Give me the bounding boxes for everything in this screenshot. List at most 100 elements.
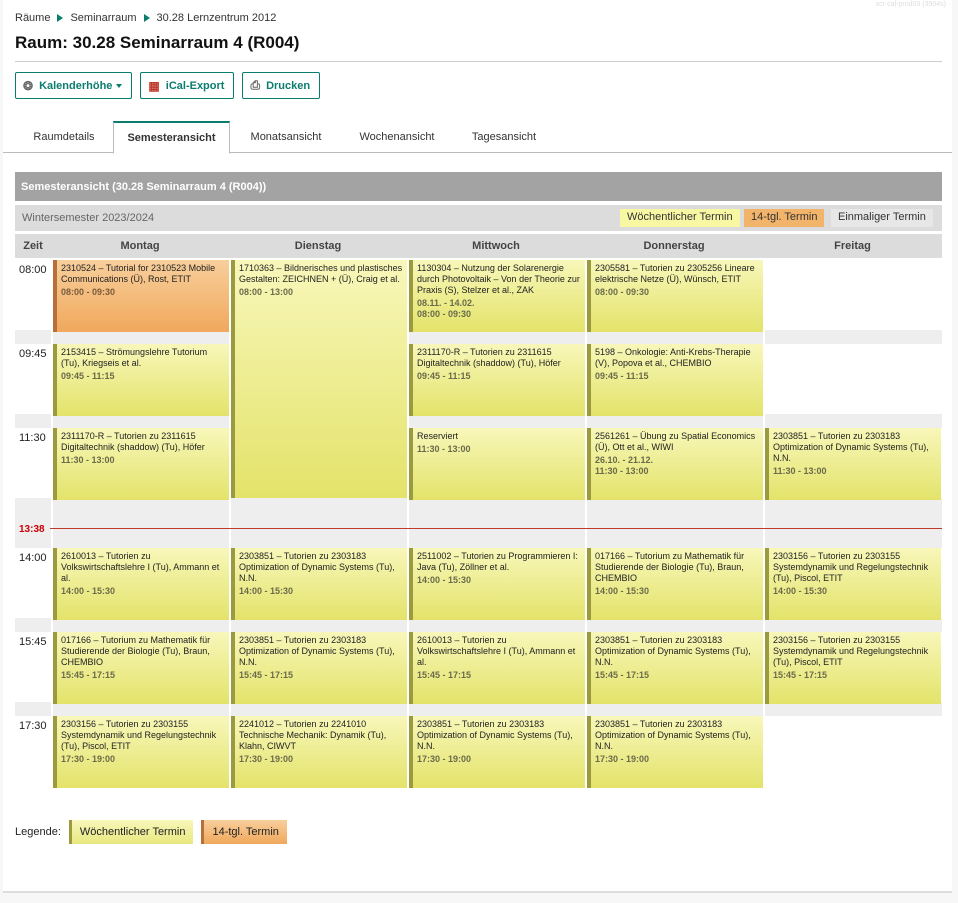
- divider: [15, 61, 942, 62]
- row-separator: [15, 498, 942, 548]
- event-title: 2311170-R – Tutorien zu 2311615 Digitalt…: [417, 347, 561, 368]
- calendar-event[interactable]: 2311170-R – Tutorien zu 2311615 Digitalt…: [409, 344, 585, 416]
- row-separator: [15, 414, 942, 428]
- calendar-event[interactable]: 2311170-R – Tutorien zu 2311615 Digitalt…: [53, 428, 229, 500]
- event-time: 14:00 - 15:30: [595, 586, 650, 596]
- column-header-time: Zeit: [15, 234, 51, 258]
- calendar-event[interactable]: 2303156 – Tutorien zu 2303155 Systemdyna…: [765, 548, 941, 620]
- semester-calendar-grid: Zeit Montag Dienstag Mittwoch Donnerstag…: [15, 234, 942, 789]
- event-time: 17:30 - 19:00: [61, 754, 116, 764]
- print-button[interactable]: ⎙ Drucken: [242, 72, 321, 99]
- calendar-event[interactable]: 1130304 – Nutzung der Solarenergie durch…: [409, 260, 585, 332]
- tab-wochenansicht[interactable]: Wochenansicht: [343, 121, 451, 153]
- calendar-event[interactable]: 2241012 – Tutorien zu 2241010 Technische…: [231, 716, 407, 788]
- calendar-event[interactable]: 2303851 – Tutorien zu 2303183 Optimizati…: [409, 716, 585, 788]
- event-time: 08:00 - 09:30: [61, 287, 116, 297]
- event-time: 09:45 - 11:15: [417, 371, 471, 381]
- breadcrumb-item[interactable]: 30.28 Lernzentrum 2012: [157, 12, 277, 24]
- event-title: 2311170-R – Tutorien zu 2311615 Digitalt…: [61, 431, 205, 452]
- calendar-event[interactable]: 017166 – Tutorium zu Mathematik für Stud…: [587, 548, 763, 620]
- event-title: 2153415 – Strömungslehre Tutorium (Tu), …: [61, 347, 208, 368]
- column-header-day: Donnerstag: [585, 234, 763, 258]
- column-divider: [763, 258, 765, 789]
- calendar-icon: ▦: [148, 78, 160, 93]
- calendar-event[interactable]: 2303851 – Tutorien zu 2303183 Optimizati…: [231, 548, 407, 620]
- event-title: 5198 – Onkologie: Anti-Krebs-Therapie (V…: [595, 347, 751, 368]
- calendar-event[interactable]: 2511002 – Tutorien zu Programmieren I: J…: [409, 548, 585, 620]
- row-separator: [15, 702, 942, 716]
- calendar-event[interactable]: 2153415 – Strömungslehre Tutorium (Tu), …: [53, 344, 229, 416]
- breadcrumb-item[interactable]: Seminarraum: [70, 12, 136, 24]
- event-title: 2561261 – Übung zu Spatial Economics (Ü)…: [595, 431, 756, 452]
- event-title: 2303851 – Tutorien zu 2303183 Optimizati…: [417, 719, 573, 751]
- page-title: Raum: 30.28 Seminarraum 4 (R004): [15, 33, 300, 52]
- semester-label: Wintersemester 2023/2024: [22, 212, 155, 224]
- column-header-day: Dienstag: [229, 234, 407, 258]
- event-time: 09:45 - 11:15: [595, 371, 649, 381]
- calendar-event[interactable]: 2303851 – Tutorien zu 2303183 Optimizati…: [231, 632, 407, 704]
- column-header-day: Freitag: [763, 234, 942, 258]
- event-time: 15:45 - 17:15: [595, 670, 650, 680]
- calendar-event[interactable]: 2610013 – Tutorien zu Volkswirtschaftsle…: [409, 632, 585, 704]
- calendar-header: Semesteransicht (30.28 Seminarraum 4 (R0…: [15, 172, 942, 201]
- event-time: 08:00 - 13:00: [239, 287, 294, 297]
- event-time: 09:45 - 11:15: [61, 371, 115, 381]
- time-label: 14:00: [19, 552, 47, 564]
- time-label: 09:45: [19, 348, 47, 360]
- legend: Legende: Wöchentlicher Termin 14-tgl. Te…: [15, 820, 295, 844]
- calendar-height-button[interactable]: ❂ Kalenderhöhe: [15, 72, 133, 99]
- calendar-event[interactable]: 2303851 – Tutorien zu 2303183 Optimizati…: [587, 632, 763, 704]
- event-time: 08:00 - 09:30: [417, 309, 472, 319]
- event-title: 2303156 – Tutorien zu 2303155 Systemdyna…: [61, 719, 217, 751]
- tab-semesteransicht[interactable]: Semesteransicht: [113, 121, 230, 154]
- event-time: 14:00 - 15:30: [417, 575, 472, 585]
- calendar-event[interactable]: 017166 – Tutorium zu Mathematik für Stud…: [53, 632, 229, 704]
- calendar-event[interactable]: 1710363 – Bildnerisches und plastisches …: [231, 260, 407, 498]
- printer-icon: ⎙: [250, 78, 261, 92]
- calendar-event[interactable]: 2305581 – Tutorien zu 2305256 Lineare el…: [587, 260, 763, 332]
- calendar-event[interactable]: 5198 – Onkologie: Anti-Krebs-Therapie (V…: [587, 344, 763, 416]
- event-time: 11:30 - 13:00: [417, 444, 471, 454]
- breadcrumb-item[interactable]: Räume: [15, 12, 50, 24]
- current-time-label: 13:38: [19, 524, 45, 535]
- legend-once-badge: Einmaliger Termin: [831, 209, 933, 227]
- event-title: 2303851 – Tutorien zu 2303183 Optimizati…: [595, 635, 751, 667]
- event-title: 2310524 – Tutorial for 2310523 Mobile Co…: [61, 263, 216, 284]
- current-time-line: [50, 528, 942, 529]
- print-label: Drucken: [266, 79, 311, 92]
- event-title: 017166 – Tutorium zu Mathematik für Stud…: [595, 551, 745, 583]
- calendar-event[interactable]: 2303156 – Tutorien zu 2303155 Systemdyna…: [765, 632, 941, 704]
- column-header-day: Mittwoch: [407, 234, 585, 258]
- tab-monatsansicht[interactable]: Monatsansicht: [233, 121, 339, 153]
- calendar-event[interactable]: 2303851 – Tutorien zu 2303183 Optimizati…: [765, 428, 941, 500]
- calendar-event[interactable]: 2310524 – Tutorial for 2310523 Mobile Co…: [53, 260, 229, 332]
- event-title: 2303156 – Tutorien zu 2303155 Systemdyna…: [773, 551, 929, 583]
- tab-tagesansicht[interactable]: Tagesansicht: [455, 121, 553, 153]
- event-time: 14:00 - 15:30: [773, 586, 828, 596]
- event-time: 14:00 - 15:30: [61, 586, 116, 596]
- legend-weekly: Wöchentlicher Termin: [68, 820, 194, 844]
- tab-raumdetails[interactable]: Raumdetails: [15, 121, 113, 153]
- ical-export-button[interactable]: ▦ iCal-Export: [140, 72, 235, 99]
- calendar-event[interactable]: 2610013 – Tutorien zu Volkswirtschaftsle…: [53, 548, 229, 620]
- time-label: 11:30: [19, 432, 46, 444]
- event-title: 2610013 – Tutorien zu Volkswirtschaftsle…: [61, 551, 220, 583]
- event-title: 2610013 – Tutorien zu Volkswirtschaftsle…: [417, 635, 576, 667]
- calendar-event[interactable]: 2303156 – Tutorien zu 2303155 Systemdyna…: [53, 716, 229, 788]
- time-label: 17:30: [19, 720, 47, 732]
- calendar-event[interactable]: 2561261 – Übung zu Spatial Economics (Ü)…: [587, 428, 763, 500]
- event-dates: 08.11. - 14.02.: [417, 298, 475, 308]
- calendar-event[interactable]: 2303851 – Tutorien zu 2303183 Optimizati…: [587, 716, 763, 788]
- event-time: 08:00 - 09:30: [595, 287, 650, 297]
- legend-label: Legende:: [15, 826, 61, 838]
- event-time: 17:30 - 19:00: [595, 754, 650, 764]
- semester-bar: Wintersemester 2023/2024 Wöchentlicher T…: [15, 205, 942, 231]
- event-title: 1710363 – Bildnerisches und plastisches …: [239, 263, 403, 284]
- calendar-event[interactable]: Reserviert 11:30 - 13:00: [409, 428, 585, 500]
- breadcrumb-arrow-icon: [57, 14, 64, 22]
- event-time: 11:30 - 13:00: [773, 466, 827, 476]
- time-label: 08:00: [19, 264, 47, 276]
- event-title: Reserviert: [417, 431, 459, 441]
- event-title: 1130304 – Nutzung der Solarenergie durch…: [417, 263, 580, 295]
- event-time: 15:45 - 17:15: [61, 670, 116, 680]
